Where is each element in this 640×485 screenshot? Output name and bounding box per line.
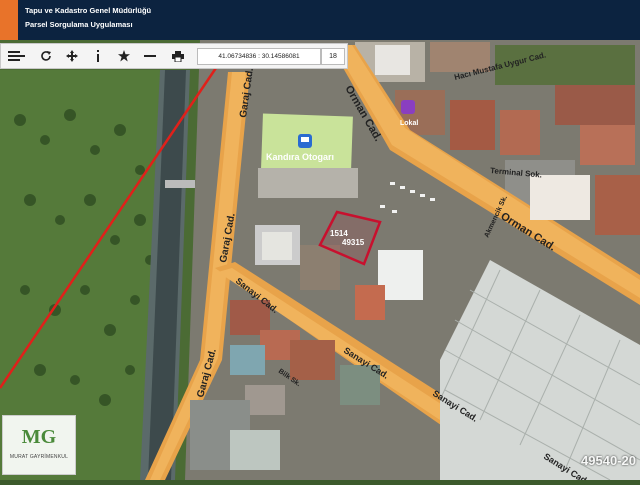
street-label-orman-east: Orman Cad. [498,210,557,253]
street-label-sanayi-2: Sanayi Cad. [342,345,391,381]
refresh-icon [41,51,51,61]
agency-logo: MG MURAT GAYRİMENKUL [2,415,76,475]
street-label-sanayi-1: Sanayi Cad. [234,276,280,315]
info-button[interactable] [85,44,111,68]
print-button[interactable] [165,44,191,68]
move-icon [66,50,78,62]
coordinate-readout: 41.06734836 : 30.14586081 [197,48,321,65]
header-title: Tapu ve Kadastro Genel Müdürlüğü [25,6,152,15]
street-label-terminal: Terminal Sok. [490,166,542,179]
parcel-block: 49315 [342,238,365,247]
refresh-button[interactable] [33,44,59,68]
pharmacy-label: Lokal [400,120,418,127]
street-label-garaj-mid: Garaj Cad. [218,212,238,263]
measure-icon [144,55,156,57]
map-toolbar: 41.06734836 : 30.14586081 18 [0,43,348,69]
street-label-side: Bilk Sk. [277,368,302,388]
info-icon [97,50,99,62]
zoom-out-icon [15,55,25,57]
measure-button[interactable] [137,44,163,68]
watermark-id: 49540-20 [581,453,636,468]
logo-subtext: MURAT GAYRİMENKUL [9,454,69,460]
header-subtitle: Parsel Sorgulama Uygulaması [25,20,133,29]
zoom-level: 18 [321,48,345,65]
print-icon [172,50,184,62]
bus-station-label: Kandıra Otogarı [266,152,334,162]
tkgm-logo [0,0,18,40]
street-label-garaj-south: Garaj Cad. [195,347,219,398]
logo-text: MG [21,426,57,448]
street-label-orman-north: Orman Cad. [342,84,384,144]
street-label-sanayi-3: Sanayi Cad. [431,388,480,424]
parcel-number: 1514 [330,229,348,238]
street-label-garaj-north: Garaj Cad. [238,67,256,118]
move-button[interactable] [59,44,85,68]
favorite-button[interactable] [111,44,137,68]
street-label-haci-mustafa: Hacı Mustafa Uygur Cad. [453,50,547,82]
map-canvas[interactable]: Orman Cad. Orman Cad. Garaj Cad. Garaj C… [0,40,640,481]
app-header: Tapu ve Kadastro Genel Müdürlüğü Parsel … [0,0,640,40]
star-icon [118,50,130,62]
zoom-out-button[interactable] [7,44,33,68]
